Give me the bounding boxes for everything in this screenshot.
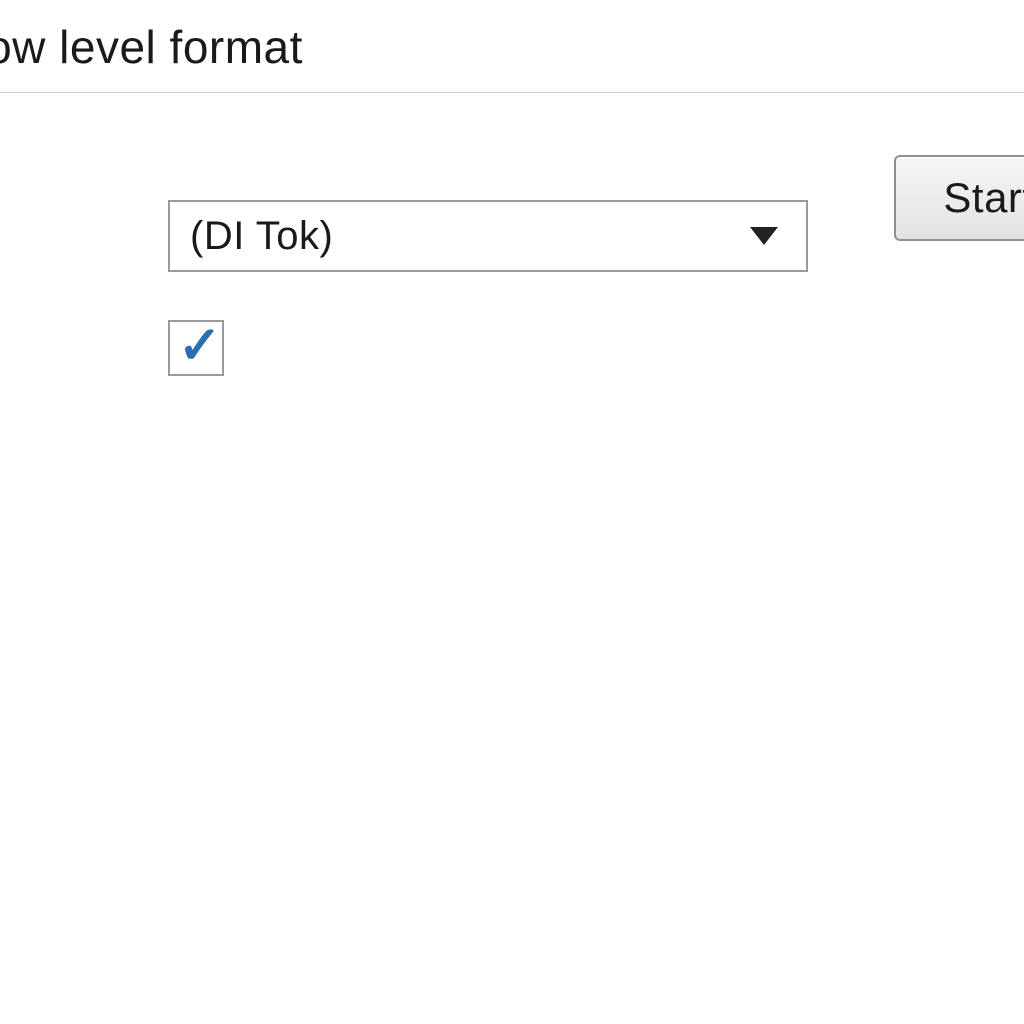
title-divider <box>0 92 1024 93</box>
checkmark-icon: ✓ <box>178 318 222 374</box>
page-title: Low level format <box>0 20 303 74</box>
row1-dropdown[interactable]: (DI Tok) <box>168 200 808 272</box>
row1-dropdown-value: (DI Tok) <box>190 214 333 259</box>
chevron-down-icon <box>750 227 778 245</box>
start-button[interactable]: Start <box>894 155 1024 241</box>
row2-checkbox[interactable]: ✓ <box>168 320 224 376</box>
start-button-label: Start <box>896 157 1024 239</box>
